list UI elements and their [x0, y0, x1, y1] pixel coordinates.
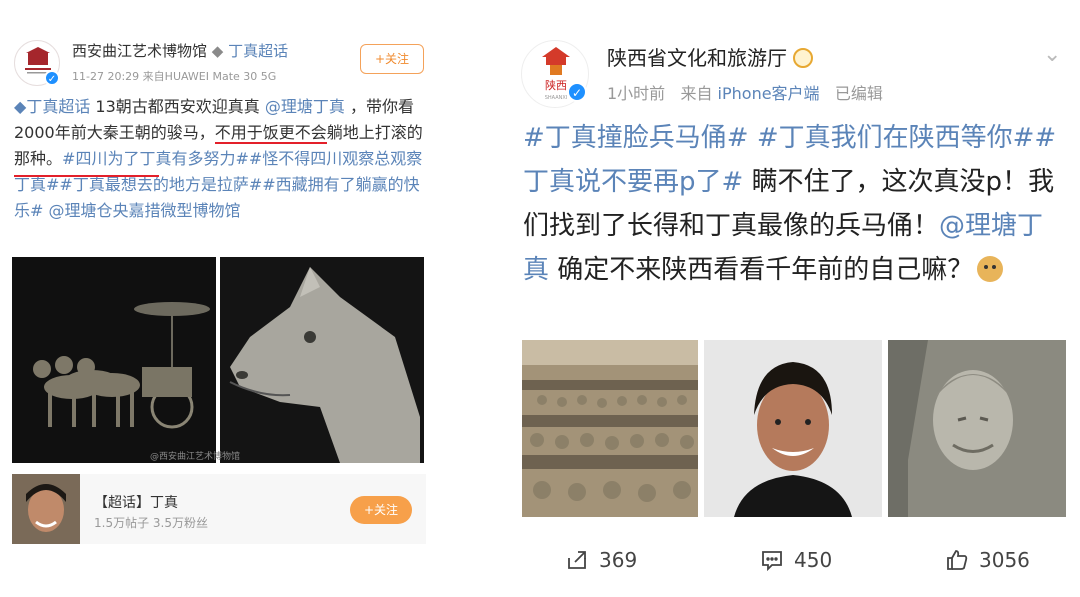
post-time: 11-27 20:29: [72, 70, 140, 83]
bronze-chariot-image[interactable]: [12, 257, 216, 463]
svg-text:陕西: 陕西: [545, 78, 567, 92]
post-body: ◆丁真超话 13朝古都西安欢迎真真 @理塘丁真 ，带你看2000年前大秦王朝的骏…: [14, 97, 423, 220]
card-title: 【超话】丁真: [94, 495, 178, 511]
terracotta-warrior-face-image[interactable]: [888, 340, 1066, 517]
super-topic-diamond-icon: ◆: [211, 42, 224, 60]
post-time: 1小时前: [607, 84, 666, 103]
post-meta: 1小时前 来自 iPhone客户端 已编辑: [607, 80, 883, 104]
share-button[interactable]: 369: [565, 548, 637, 572]
edited-label[interactable]: 已编辑: [835, 84, 883, 103]
right-weibo-post: 陕西 SHAANXI ✓ 陕西省文化和旅游厅 ⌄ 1小时前 来自 iPhone客…: [505, 0, 1080, 597]
comment-count: 450: [794, 548, 833, 572]
ding-zhen-photo[interactable]: [704, 340, 882, 517]
mention-link-2[interactable]: @理塘仓央嘉措微型博物馆: [43, 201, 241, 220]
comment-button[interactable]: 450: [760, 548, 832, 572]
post-source-prefix: 来自: [680, 84, 718, 103]
verified-icon: ✓: [567, 82, 587, 102]
post-header-name: 西安曲江艺术博物馆 ◆ 丁真超话: [72, 40, 288, 61]
left-weibo-post: ✓ 西安曲江艺术博物馆 ◆ 丁真超话 11-27 20:29 来自HUAWEI …: [0, 0, 440, 597]
post-source: 来自HUAWEI Mate 30 5G: [142, 70, 277, 83]
like-icon: [947, 550, 968, 570]
verified-icon: ✓: [44, 70, 60, 86]
like-count: 3056: [979, 548, 1030, 572]
super-topic-tag[interactable]: ◆丁真超话: [14, 97, 90, 116]
account-name[interactable]: 陕西省文化和旅游厅: [607, 46, 787, 70]
svg-text:SHAANXI: SHAANXI: [545, 95, 568, 101]
card-follow-button[interactable]: +关注: [350, 496, 412, 524]
share-icon: [568, 551, 586, 569]
card-stats: 1.5万帖子 3.5万粉丝: [94, 516, 208, 530]
terracotta-army-pit-image[interactable]: [522, 340, 698, 517]
post-client[interactable]: iPhone客户端: [718, 84, 820, 103]
like-button[interactable]: 3056: [945, 548, 1030, 572]
comment-icon: [762, 551, 782, 572]
mention-link[interactable]: @理塘丁真: [265, 97, 345, 116]
card-avatar: [12, 474, 80, 544]
terracotta-horse-image[interactable]: [220, 257, 424, 463]
follow-button[interactable]: +关注: [360, 44, 424, 74]
super-topic-link[interactable]: 丁真超话: [228, 42, 288, 60]
underlined-text: 不用于饭更不会: [214, 123, 327, 144]
post-body: #丁真撞脸兵马俑# #丁真我们在陕西等你##丁真说不要再p了# 瞒不住了，这次真…: [523, 123, 1057, 285]
super-topic-card[interactable]: 【超话】丁真 1.5万帖子 3.5万粉丝 +关注: [12, 474, 426, 544]
post-meta: 11-27 20:29 来自HUAWEI Mate 30 5G: [72, 68, 276, 84]
account-name[interactable]: 西安曲江艺术博物馆: [72, 42, 207, 60]
doge-emoji-icon: [977, 256, 1004, 282]
red-underline: [14, 175, 159, 177]
share-count: 369: [599, 548, 638, 572]
chevron-down-icon[interactable]: ⌄: [1043, 42, 1061, 67]
post-header-name: 陕西省文化和旅游厅: [607, 42, 813, 71]
badge-icon: [793, 48, 813, 68]
post-action-bar: 369 450 3056: [505, 548, 1080, 584]
image-watermark: @西安曲江艺术博物馆: [150, 452, 241, 462]
